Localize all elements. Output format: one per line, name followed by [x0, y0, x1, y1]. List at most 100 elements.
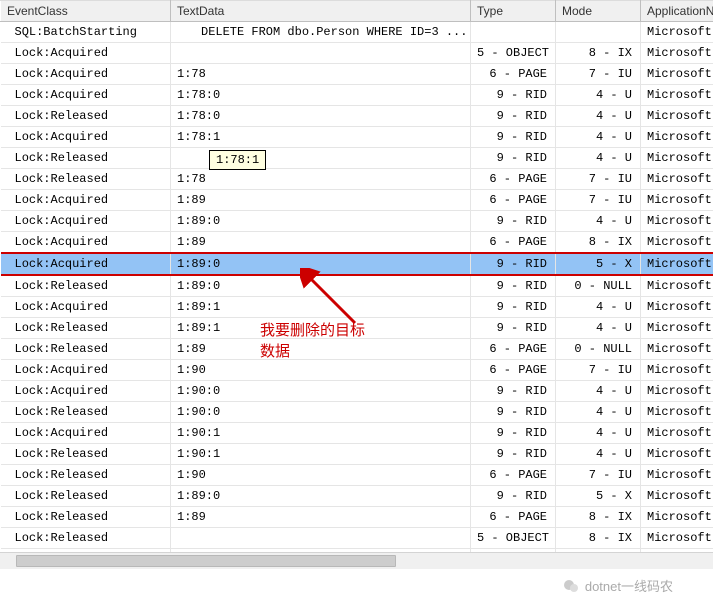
table-row[interactable]: Lock:Released1:90:09 - RID4 - UMicrosoft…: [1, 402, 713, 423]
table-row[interactable]: Lock:Released5 - OBJECT8 - IXMicrosoft S…: [1, 528, 713, 549]
cell-mode: 7 - IU: [556, 64, 641, 85]
cell-type: 6 - PAGE: [471, 232, 556, 254]
table-row[interactable]: Lock:Acquired1:78:19 - RID4 - UMicrosoft…: [1, 127, 713, 148]
cell-type: 9 - RID: [471, 148, 556, 169]
cell-eventclass: Lock:Released: [1, 465, 171, 486]
cell-eventclass: Lock:Acquired: [1, 190, 171, 211]
table-row[interactable]: Lock:Released1:896 - PAGE8 - IXMicrosoft…: [1, 507, 713, 528]
cell-eventclass: Lock:Released: [1, 444, 171, 465]
cell-type: 9 - RID: [471, 211, 556, 232]
cell-tooltip: 1:78:1: [209, 150, 266, 170]
table-row[interactable]: Lock:Released1:78:09 - RID4 - UMicrosoft…: [1, 106, 713, 127]
cell-textdata: 1:78: [171, 64, 471, 85]
table-row[interactable]: Lock:Released9 - RID4 - UMicrosoft SQ...: [1, 148, 713, 169]
cell-eventclass: Lock:Acquired: [1, 43, 171, 64]
cell-textdata: 1:90:0: [171, 381, 471, 402]
cell-type: 9 - RID: [471, 381, 556, 402]
cell-mode: 0 - NULL: [556, 275, 641, 297]
cell-mode: 4 - U: [556, 297, 641, 318]
cell-eventclass: Lock:Released: [1, 402, 171, 423]
cell-app: Microsoft SQ...: [641, 232, 713, 254]
col-header-type[interactable]: Type: [471, 1, 556, 22]
cell-app: Microsoft SQ...: [641, 22, 713, 43]
cell-eventclass: Lock:Acquired: [1, 211, 171, 232]
cell-mode: 4 - U: [556, 106, 641, 127]
table-row[interactable]: Lock:Released1:89:09 - RID5 - XMicrosoft…: [1, 486, 713, 507]
header-row: EventClass TextData Type Mode Applicatio…: [1, 1, 713, 22]
cell-type: 9 - RID: [471, 423, 556, 444]
col-header-mode[interactable]: Mode: [556, 1, 641, 22]
cell-type: 6 - PAGE: [471, 64, 556, 85]
cell-type: 6 - PAGE: [471, 339, 556, 360]
cell-app: Microsoft SQ...: [641, 444, 713, 465]
cell-mode: 4 - U: [556, 127, 641, 148]
cell-textdata: [171, 43, 471, 64]
table-row[interactable]: Lock:Released1:906 - PAGE7 - IUMicrosoft…: [1, 465, 713, 486]
cell-textdata: 1:78: [171, 169, 471, 190]
cell-app: Microsoft SQ...: [641, 402, 713, 423]
cell-mode: 4 - U: [556, 211, 641, 232]
cell-eventclass: Lock:Acquired: [1, 297, 171, 318]
cell-mode: 8 - IX: [556, 528, 641, 549]
col-header-textdata[interactable]: TextData: [171, 1, 471, 22]
cell-textdata: 1:90: [171, 360, 471, 381]
scrollbar-thumb[interactable]: [16, 555, 396, 567]
cell-type: 9 - RID: [471, 486, 556, 507]
table-row[interactable]: Lock:Acquired1:89:09 - RID4 - UMicrosoft…: [1, 211, 713, 232]
cell-mode: 7 - IU: [556, 169, 641, 190]
table-row[interactable]: Lock:Acquired1:896 - PAGE8 - IXMicrosoft…: [1, 232, 713, 254]
cell-app: Microsoft SQ...: [641, 253, 713, 275]
cell-textdata: 1:90:1: [171, 444, 471, 465]
cell-type: 5 - OBJECT: [471, 528, 556, 549]
table-row[interactable]: Lock:Released1:786 - PAGE7 - IUMicrosoft…: [1, 169, 713, 190]
table-row[interactable]: Lock:Acquired1:786 - PAGE7 - IUMicrosoft…: [1, 64, 713, 85]
cell-app: Microsoft SQ...: [641, 339, 713, 360]
cell-textdata: 1:89: [171, 190, 471, 211]
cell-eventclass: Lock:Released: [1, 339, 171, 360]
cell-type: 9 - RID: [471, 444, 556, 465]
cell-mode: 5 - X: [556, 253, 641, 275]
cell-app: Microsoft SQ...: [641, 148, 713, 169]
table-row[interactable]: Lock:Acquired5 - OBJECT8 - IXMicrosoft S…: [1, 43, 713, 64]
cell-app: Microsoft SQ...: [641, 423, 713, 444]
cell-textdata: 1:90:1: [171, 423, 471, 444]
cell-mode: 8 - IX: [556, 507, 641, 528]
cell-textdata: 1:78:0: [171, 85, 471, 106]
cell-type: [471, 22, 556, 43]
table-row[interactable]: Lock:Acquired1:90:19 - RID4 - UMicrosoft…: [1, 423, 713, 444]
cell-mode: 4 - U: [556, 85, 641, 106]
cell-eventclass: Lock:Acquired: [1, 127, 171, 148]
table-row[interactable]: Lock:Acquired1:90:09 - RID4 - UMicrosoft…: [1, 381, 713, 402]
table-row[interactable]: Lock:Released1:90:19 - RID4 - UMicrosoft…: [1, 444, 713, 465]
cell-eventclass: Lock:Acquired: [1, 360, 171, 381]
annotation-arrow-icon: [300, 268, 360, 328]
cell-type: 9 - RID: [471, 275, 556, 297]
cell-mode: 4 - U: [556, 402, 641, 423]
cell-mode: 4 - U: [556, 423, 641, 444]
col-header-app[interactable]: ApplicationName: [641, 1, 713, 22]
cell-app: Microsoft SQ...: [641, 211, 713, 232]
table-row[interactable]: Lock:Acquired1:78:09 - RID4 - UMicrosoft…: [1, 85, 713, 106]
horizontal-scrollbar[interactable]: [0, 552, 713, 569]
table-row[interactable]: Lock:Acquired1:896 - PAGE7 - IUMicrosoft…: [1, 190, 713, 211]
cell-eventclass: Lock:Acquired: [1, 423, 171, 444]
cell-eventclass: Lock:Acquired: [1, 253, 171, 275]
cell-eventclass: Lock:Acquired: [1, 232, 171, 254]
annotation-text: 我要删除的目标 数据: [260, 320, 365, 362]
cell-type: 6 - PAGE: [471, 465, 556, 486]
table-row[interactable]: SQL:BatchStartingDELETE FROM dbo.Person …: [1, 22, 713, 43]
cell-type: 9 - RID: [471, 318, 556, 339]
cell-type: 9 - RID: [471, 106, 556, 127]
cell-mode: 0 - NULL: [556, 339, 641, 360]
cell-app: Microsoft SQ...: [641, 465, 713, 486]
col-header-eventclass[interactable]: EventClass: [1, 1, 171, 22]
cell-app: Microsoft SQ...: [641, 507, 713, 528]
cell-type: 9 - RID: [471, 297, 556, 318]
cell-mode: 8 - IX: [556, 43, 641, 64]
cell-mode: 7 - IU: [556, 190, 641, 211]
cell-textdata: 1:90: [171, 465, 471, 486]
cell-app: Microsoft SQ...: [641, 85, 713, 106]
cell-mode: [556, 22, 641, 43]
cell-textdata: 1:89:0: [171, 211, 471, 232]
table-row[interactable]: Lock:Acquired1:906 - PAGE7 - IUMicrosoft…: [1, 360, 713, 381]
